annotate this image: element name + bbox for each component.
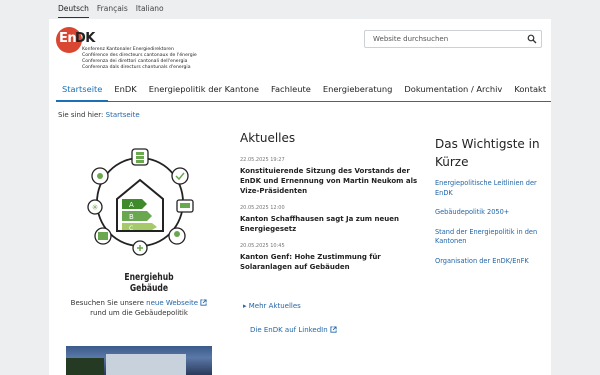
- lang-deutsch[interactable]: Deutsch: [58, 4, 89, 18]
- visit-pre: Besuchen Sie unsere: [70, 299, 144, 307]
- visit-post: rund um die Gebäudepolitik: [90, 309, 188, 317]
- more-news-link[interactable]: ▸ Mehr Aktuelles: [243, 302, 301, 310]
- label-c: C: [129, 225, 133, 232]
- hub-title-line: Gebäude: [129, 283, 169, 294]
- logo-en: En: [59, 31, 77, 46]
- logo-subtitle: Konferenz Kantonaler Energiedirektoren C…: [82, 47, 197, 71]
- nav-kontakt[interactable]: Kontakt: [508, 79, 552, 102]
- news-title: Aktuelles: [240, 131, 296, 145]
- news-section: Aktuelles 22.05.2025 19:27 Konstituieren…: [240, 131, 420, 281]
- news-headline[interactable]: Konstituierende Sitzung des Vorstands de…: [240, 166, 420, 196]
- nav-fachleute[interactable]: Fachleute: [265, 79, 317, 102]
- news-item[interactable]: 20.05.2025 10:45 Kanton Genf: Hohe Zusti…: [240, 243, 420, 272]
- nav-energieberatung[interactable]: Energieberatung: [317, 79, 398, 102]
- logo-line: Conferenza dals directurs chantunals d'e…: [82, 65, 191, 70]
- chevron-right-icon: ▸: [243, 302, 247, 310]
- important-section: Das Wichtigste in Kürze Energiepolitisch…: [435, 135, 545, 276]
- linkedin-link[interactable]: Die EnDK auf LinkedIn: [250, 326, 337, 334]
- news-date: 20.05.2025 12:00: [240, 205, 285, 211]
- endk-logo[interactable]: En DK Konferenz Kantonaler Energiedirekt…: [56, 27, 216, 75]
- search-icon[interactable]: [527, 34, 537, 44]
- breadcrumb-prefix: Sie sind hier:: [58, 111, 104, 119]
- news-headline[interactable]: Kanton Genf: Hohe Zustimmung für Solaran…: [240, 252, 420, 272]
- breadcrumb: Sie sind hier: Startseite: [58, 111, 140, 119]
- language-switcher: Deutsch Français Italiano: [58, 4, 164, 18]
- breadcrumb-link[interactable]: Startseite: [106, 111, 140, 119]
- hub-title: Energiehub Gebäude: [113, 272, 184, 294]
- important-link-leitlinien[interactable]: Energiepolitische Leitlinien der EnDK: [435, 179, 545, 198]
- news-date: 20.05.2025 10:45: [240, 243, 285, 249]
- nav-energiepolitik[interactable]: Energiepolitik der Kantone: [143, 79, 265, 102]
- news-item[interactable]: 20.05.2025 12:00 Kanton Schaffhausen sag…: [240, 205, 420, 234]
- search-input[interactable]: [373, 33, 518, 45]
- hub-title-line: Energiehub: [124, 272, 174, 283]
- building-photo[interactable]: [66, 346, 212, 375]
- important-link-organisation[interactable]: Organisation der EnDK/EnFK: [435, 257, 545, 267]
- lang-italiano[interactable]: Italiano: [136, 4, 164, 18]
- nav-startseite[interactable]: Startseite: [56, 79, 109, 102]
- lang-francais[interactable]: Français: [97, 4, 128, 18]
- page-container: En DK Konferenz Kantonaler Energiedirekt…: [49, 19, 551, 375]
- label-a: A: [129, 201, 134, 209]
- important-link-stand[interactable]: Stand der Energiepolitik in den Kantonen: [435, 228, 545, 247]
- external-link-icon: [200, 299, 207, 306]
- news-headline[interactable]: Kanton Schaffhausen sagt Ja zum neuen En…: [240, 214, 420, 234]
- svg-text:✳: ✳: [92, 203, 99, 212]
- visit-link[interactable]: neue Webseite: [146, 299, 207, 307]
- hub-visit-text: Besuchen Sie unsere neue Webseite rund u…: [69, 298, 209, 318]
- important-link-gebaeudepolitik[interactable]: Gebäudepolitik 2050+: [435, 208, 545, 218]
- nav-dokumentation[interactable]: Dokumentation / Archiv: [398, 79, 508, 102]
- search-box: [364, 30, 542, 48]
- news-item[interactable]: 22.05.2025 19:27 Konstituierende Sitzung…: [240, 157, 420, 196]
- news-date: 22.05.2025 19:27: [240, 157, 285, 163]
- main-nav: Startseite EnDK Energiepolitik der Kanto…: [56, 79, 551, 102]
- label-b: B: [129, 213, 134, 221]
- external-link-icon: [330, 326, 337, 333]
- important-title: Das Wichtigste in Kürze: [435, 137, 540, 169]
- nav-endk[interactable]: EnDK: [108, 79, 142, 102]
- logo-dk: DK: [75, 31, 95, 46]
